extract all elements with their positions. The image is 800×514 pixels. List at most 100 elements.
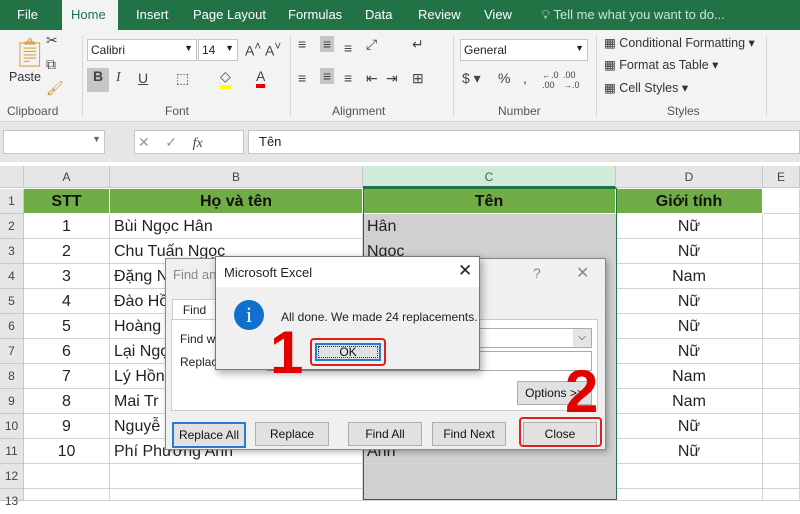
- replace-all-button[interactable]: Replace All: [172, 422, 246, 448]
- cell[interactable]: 9: [24, 414, 110, 439]
- align-top-icon[interactable]: ≡: [298, 36, 306, 52]
- empty-cell[interactable]: [763, 314, 800, 339]
- empty-cell[interactable]: [763, 439, 800, 464]
- empty-cell[interactable]: [763, 239, 800, 264]
- row-header-4[interactable]: 4: [0, 264, 24, 289]
- empty-cell[interactable]: [763, 214, 800, 239]
- align-center-icon[interactable]: ≡: [320, 68, 335, 84]
- tab-insert[interactable]: Insert: [127, 0, 178, 30]
- empty-cell[interactable]: [616, 464, 763, 489]
- empty-cell[interactable]: [24, 464, 110, 489]
- tab-review[interactable]: Review: [409, 0, 470, 30]
- row-header-3[interactable]: 3: [0, 239, 24, 264]
- borders-icon[interactable]: ⬚: [176, 70, 189, 87]
- help-button[interactable]: ?: [533, 265, 541, 281]
- currency-icon[interactable]: $ ▾: [462, 70, 481, 87]
- tab-page-layout[interactable]: Page Layout: [184, 0, 275, 30]
- decrease-decimal-icon[interactable]: .00 →.0: [563, 70, 580, 90]
- column-header-D[interactable]: D: [616, 166, 763, 188]
- wrap-text-icon[interactable]: ↵: [412, 36, 424, 53]
- column-header-C[interactable]: C: [363, 166, 616, 188]
- cell[interactable]: Bùi Ngọc Hân: [110, 214, 363, 239]
- close-icon[interactable]: ✕: [576, 263, 589, 283]
- paste-button[interactable]: Paste: [9, 70, 41, 84]
- empty-cell[interactable]: [763, 289, 800, 314]
- cell[interactable]: Nữ: [616, 214, 763, 239]
- decrease-font-icon[interactable]: A˅: [265, 40, 281, 59]
- cut-icon[interactable]: ✂: [46, 32, 58, 49]
- tell-me-box[interactable]: 💡︎ Tell me what you want to do...: [532, 0, 734, 30]
- enter-icon[interactable]: ✓: [165, 134, 177, 150]
- increase-font-icon[interactable]: A˄: [245, 40, 261, 59]
- empty-cell[interactable]: [763, 489, 800, 501]
- tab-view[interactable]: View: [475, 0, 521, 30]
- find-next-button[interactable]: Find Next: [432, 422, 506, 446]
- row-header-12[interactable]: 12: [0, 464, 24, 489]
- orientation-icon[interactable]: ⤢: [366, 36, 377, 53]
- align-middle-icon[interactable]: ≡: [320, 36, 335, 52]
- format-as-table-button[interactable]: ▦ Format as Table ▾: [604, 57, 718, 72]
- empty-cell[interactable]: [110, 489, 363, 501]
- empty-cell[interactable]: [763, 364, 800, 389]
- tab-home[interactable]: Home: [62, 0, 118, 30]
- name-box[interactable]: ▼: [3, 130, 105, 154]
- cell[interactable]: 7: [24, 364, 110, 389]
- empty-cell[interactable]: [110, 464, 363, 489]
- font-color-icon[interactable]: A: [256, 68, 266, 88]
- cell[interactable]: Nữ: [616, 239, 763, 264]
- close-icon[interactable]: ✕: [458, 261, 472, 281]
- find-all-button[interactable]: Find All: [348, 422, 422, 446]
- row-header-1[interactable]: 1: [0, 189, 24, 214]
- tab-formulas[interactable]: Formulas: [279, 0, 351, 30]
- cell[interactable]: STT: [24, 189, 110, 214]
- cell[interactable]: 5: [24, 314, 110, 339]
- empty-cell[interactable]: [763, 264, 800, 289]
- cell[interactable]: Họ và tên: [110, 189, 363, 214]
- select-all-corner[interactable]: [0, 166, 24, 188]
- conditional-formatting-button[interactable]: ▦ Conditional Formatting ▾: [604, 35, 755, 50]
- align-left-icon[interactable]: ≡: [298, 70, 306, 86]
- tab-file[interactable]: File: [8, 0, 47, 30]
- row-header-11[interactable]: 11: [0, 439, 24, 464]
- bold-button[interactable]: B: [87, 68, 109, 92]
- cell[interactable]: 10: [24, 439, 110, 464]
- number-format-select[interactable]: General ▼: [460, 39, 588, 61]
- increase-decimal-icon[interactable]: ←.0.00: [542, 70, 559, 90]
- row-header-9[interactable]: 9: [0, 389, 24, 414]
- cell[interactable]: Giới tính: [616, 189, 763, 214]
- row-header-8[interactable]: 8: [0, 364, 24, 389]
- empty-cell[interactable]: [763, 339, 800, 364]
- percent-icon[interactable]: %: [498, 70, 510, 86]
- row-header-13[interactable]: 13: [0, 489, 24, 508]
- italic-button[interactable]: I: [116, 70, 121, 86]
- cell[interactable]: Nữ: [616, 289, 763, 314]
- cell[interactable]: Tên: [363, 189, 616, 214]
- row-header-7[interactable]: 7: [0, 339, 24, 364]
- underline-button[interactable]: U: [138, 70, 148, 86]
- comma-icon[interactable]: ,: [523, 70, 527, 86]
- paste-icon[interactable]: 📋︎: [12, 36, 48, 69]
- cell[interactable]: Nữ: [616, 439, 763, 464]
- empty-cell[interactable]: [363, 489, 616, 501]
- replace-button[interactable]: Replace: [255, 422, 329, 446]
- row-header-10[interactable]: 10: [0, 414, 24, 439]
- column-header-E[interactable]: E: [763, 166, 800, 188]
- row-header-2[interactable]: 2: [0, 214, 24, 239]
- cell[interactable]: 8: [24, 389, 110, 414]
- fill-color-icon[interactable]: ◇: [220, 68, 231, 89]
- increase-indent-icon[interactable]: ⇥: [386, 70, 398, 87]
- cell-styles-button[interactable]: ▦ Cell Styles ▾: [604, 80, 688, 95]
- empty-cell[interactable]: [763, 414, 800, 439]
- cell[interactable]: Nam: [616, 264, 763, 289]
- empty-cell[interactable]: [616, 489, 763, 501]
- cell[interactable]: Nam: [616, 389, 763, 414]
- cell[interactable]: 6: [24, 339, 110, 364]
- chevron-down-icon[interactable]: ⌵: [573, 329, 591, 347]
- cell[interactable]: Nữ: [616, 314, 763, 339]
- empty-cell[interactable]: [363, 464, 616, 489]
- cancel-icon[interactable]: ✕: [138, 134, 150, 150]
- column-header-B[interactable]: B: [110, 166, 363, 188]
- row-header-6[interactable]: 6: [0, 314, 24, 339]
- format-painter-icon[interactable]: 🖌︎: [46, 80, 64, 97]
- align-right-icon[interactable]: ≡: [344, 70, 352, 86]
